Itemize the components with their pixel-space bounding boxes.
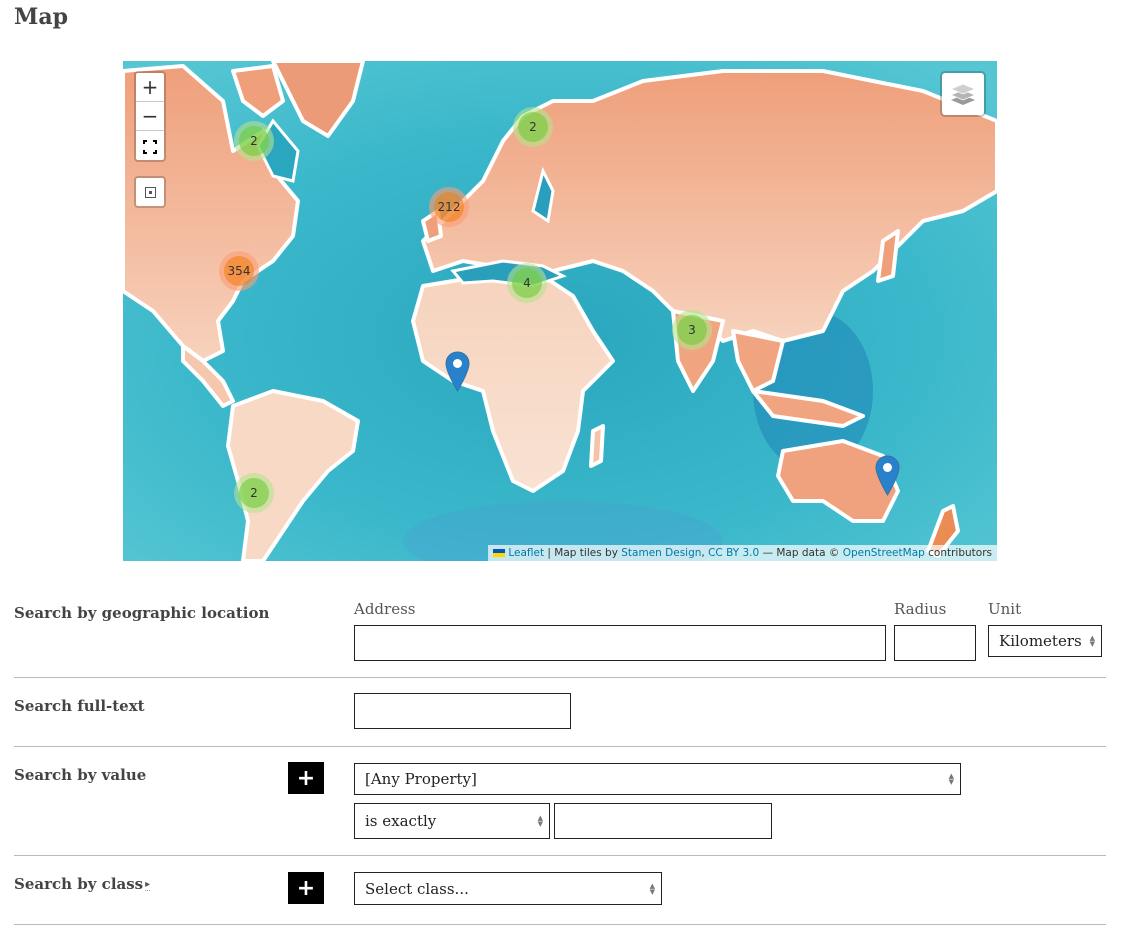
attribution-text: — Map data © bbox=[759, 547, 843, 559]
fulltext-input[interactable] bbox=[354, 693, 571, 729]
geo-search-row: Search by geographic location Address Ra… bbox=[14, 590, 1106, 678]
cluster-count: 212 bbox=[434, 192, 464, 222]
fullscreen-icon bbox=[143, 139, 157, 154]
license-link[interactable]: CC BY 3.0 bbox=[708, 547, 759, 559]
class-select[interactable]: Select class... ▲ ▼ bbox=[354, 872, 662, 905]
fit-bounds-icon bbox=[144, 187, 156, 198]
attribution-text: | Map tiles by bbox=[544, 547, 622, 559]
zoom-in-button[interactable]: + bbox=[136, 73, 164, 102]
map-marker[interactable] bbox=[445, 351, 470, 392]
select-arrows-icon: ▲ ▼ bbox=[948, 772, 954, 786]
page-title: Map bbox=[14, 4, 68, 30]
radius-label: Radius bbox=[894, 600, 947, 618]
fullscreen-button[interactable] bbox=[136, 131, 164, 160]
operator-select[interactable]: is exactly ▲ ▼ bbox=[354, 803, 550, 839]
marker-cluster[interactable]: 3 bbox=[672, 310, 712, 350]
marker-cluster[interactable]: 354 bbox=[219, 251, 259, 291]
property-select[interactable]: [Any Property] ▲ ▼ bbox=[354, 763, 961, 795]
cluster-count: 4 bbox=[512, 268, 542, 298]
unit-select[interactable]: Kilometers ▲ ▼ bbox=[988, 625, 1102, 657]
fit-bounds-button[interactable] bbox=[134, 176, 166, 208]
map-marker[interactable] bbox=[875, 455, 900, 496]
property-select-value: [Any Property] bbox=[365, 770, 477, 788]
geo-search-label: Search by geographic location bbox=[14, 604, 270, 622]
value-text-input[interactable] bbox=[554, 803, 772, 839]
zoom-out-button[interactable]: − bbox=[136, 102, 164, 131]
layers-button[interactable] bbox=[940, 71, 986, 117]
add-value-button[interactable]: + bbox=[288, 762, 324, 794]
class-select-value: Select class... bbox=[365, 879, 469, 898]
class-search-label-text: Search by class bbox=[14, 875, 144, 893]
unit-select-value: Kilometers bbox=[999, 632, 1082, 650]
radius-input[interactable] bbox=[894, 625, 976, 661]
cluster-count: 2 bbox=[239, 126, 269, 156]
cluster-count: 2 bbox=[518, 112, 548, 142]
marker-cluster[interactable]: 4 bbox=[507, 263, 547, 303]
class-search-row: Search by class ▸ + Select class... ▲ ▼ bbox=[14, 856, 1106, 925]
map[interactable]: + − 2 2 212 354 4 3 2 Leaflet | Map tile… bbox=[123, 61, 997, 561]
select-arrows-icon: ▲ ▼ bbox=[1089, 634, 1095, 648]
attribution-text: contributors bbox=[924, 547, 992, 559]
marker-cluster[interactable]: 212 bbox=[429, 187, 469, 227]
address-input[interactable] bbox=[354, 625, 886, 661]
select-arrows-icon: ▲ ▼ bbox=[537, 814, 543, 828]
operator-select-value: is exactly bbox=[365, 812, 437, 830]
expand-caret-icon[interactable]: ▸ bbox=[145, 879, 151, 891]
cluster-count: 354 bbox=[224, 256, 254, 286]
zoom-control: + − bbox=[134, 71, 166, 162]
marker-cluster[interactable]: 2 bbox=[513, 107, 553, 147]
marker-cluster[interactable]: 2 bbox=[234, 121, 274, 161]
add-class-button[interactable]: + bbox=[288, 872, 324, 904]
unit-label: Unit bbox=[988, 600, 1022, 618]
map-attribution: Leaflet | Map tiles by Stamen Design, CC… bbox=[488, 545, 997, 561]
osm-link[interactable]: OpenStreetMap bbox=[843, 547, 925, 559]
ukraine-flag-icon bbox=[493, 549, 506, 557]
fulltext-search-row: Search full-text bbox=[14, 678, 1106, 747]
leaflet-link[interactable]: Leaflet bbox=[508, 547, 544, 559]
marker-cluster[interactable]: 2 bbox=[234, 473, 274, 513]
address-label: Address bbox=[354, 600, 416, 618]
value-search-label: Search by value bbox=[14, 766, 147, 784]
value-search-row: Search by value + [Any Property] ▲ ▼ is e… bbox=[14, 747, 1106, 856]
fulltext-search-label: Search full-text bbox=[14, 697, 145, 715]
cluster-count: 2 bbox=[239, 478, 269, 508]
class-search-label: Search by class ▸ bbox=[14, 875, 151, 893]
layers-icon bbox=[950, 83, 976, 105]
map-pin-icon bbox=[875, 455, 900, 496]
map-pin-icon bbox=[445, 351, 470, 392]
cluster-count: 3 bbox=[677, 315, 707, 345]
stamen-link[interactable]: Stamen Design bbox=[621, 547, 701, 559]
select-arrows-icon: ▲ ▼ bbox=[649, 881, 655, 896]
